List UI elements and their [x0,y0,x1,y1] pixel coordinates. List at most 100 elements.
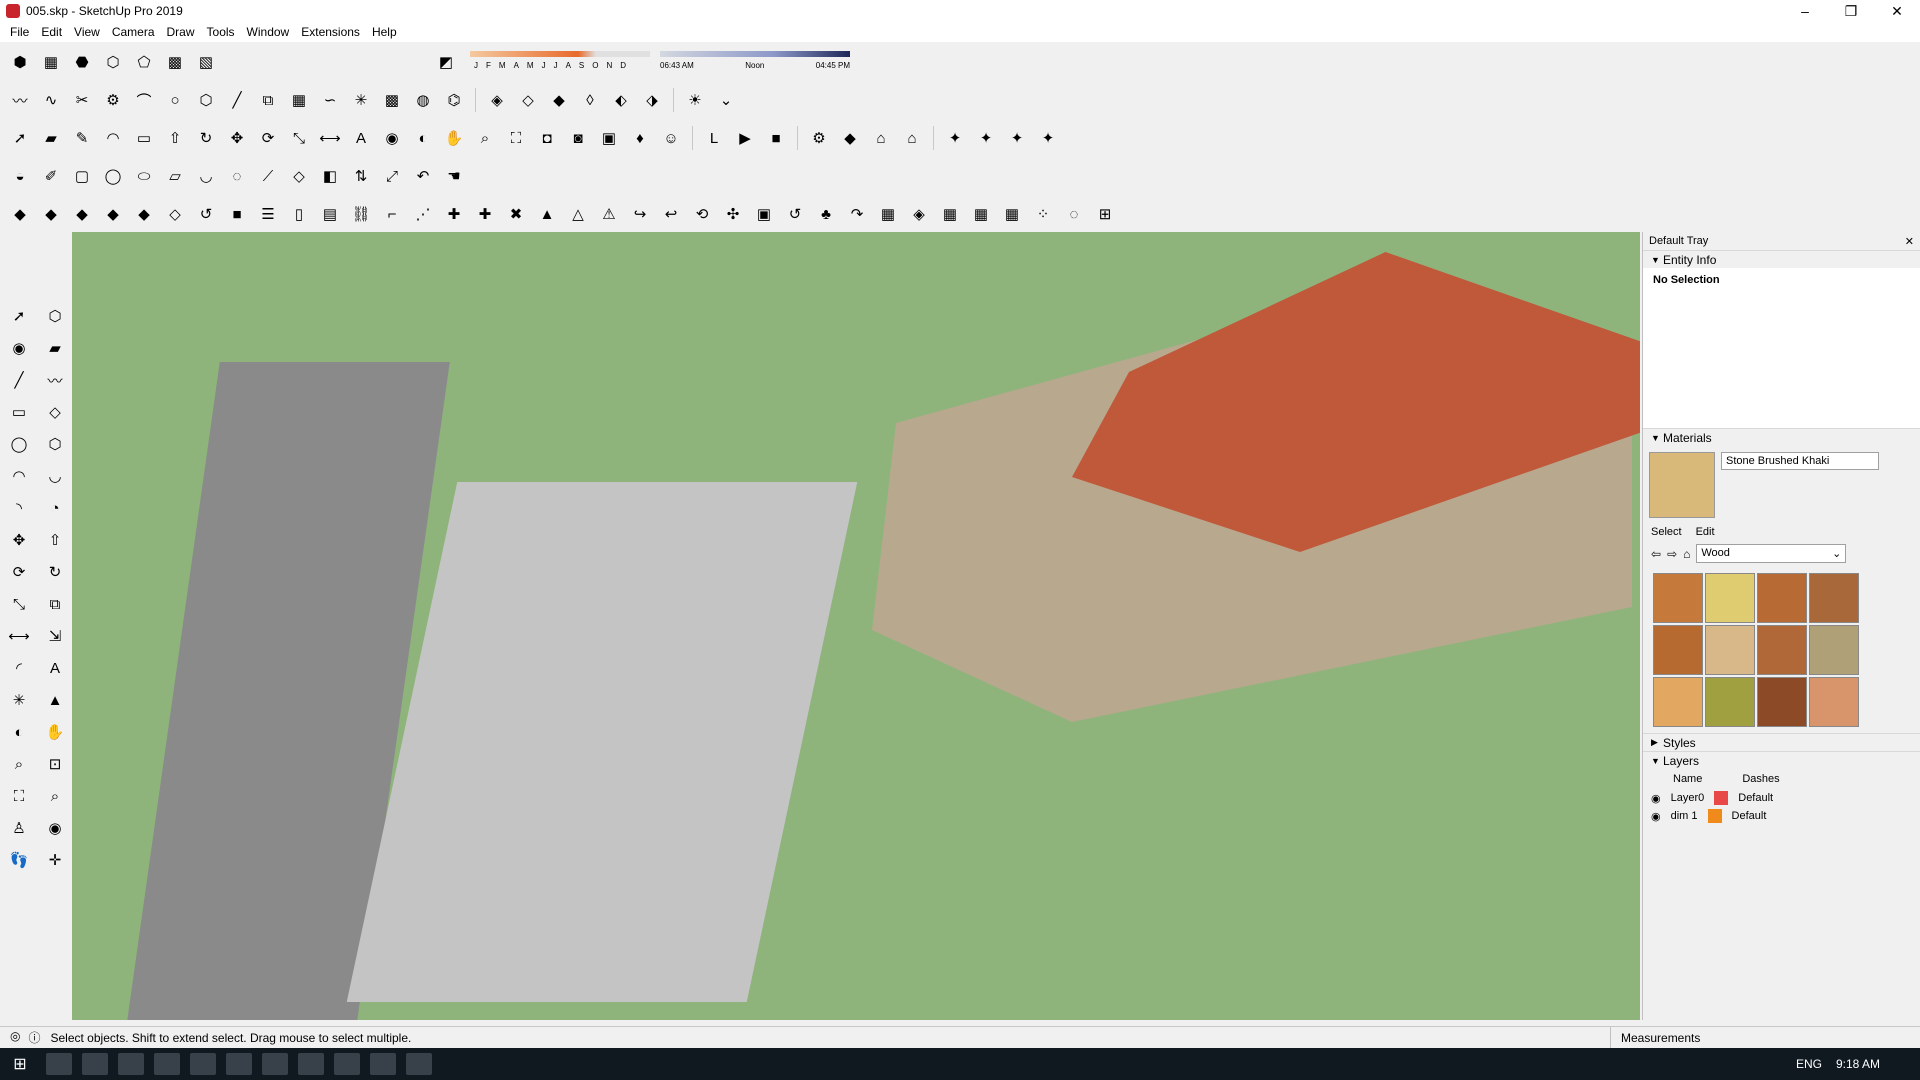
cube-group-icon[interactable]: ▦ [874,200,902,228]
plane-yellow-icon[interactable]: ◆ [68,200,96,228]
cube-icon[interactable]: ◧ [316,162,344,190]
clock[interactable]: 9:18 AM [1836,1057,1880,1071]
layer-color[interactable] [1707,809,1722,823]
follow-me-icon[interactable]: ↻ [40,558,70,586]
eye-icon[interactable]: ◉ [1651,810,1661,823]
scale-icon[interactable]: ⤡ [4,590,34,618]
dimension-icon[interactable]: ⇲ [40,622,70,650]
stairs-icon[interactable]: ⇅ [347,162,375,190]
material-swatch[interactable] [1757,573,1807,623]
axis-icon[interactable]: ✦ [941,124,969,152]
arc-icon[interactable]: ◠ [4,462,34,490]
extension-warehouse-icon[interactable]: ◙ [564,124,592,152]
curved-arrow-icon[interactable]: ↷ [843,200,871,228]
bezier-icon[interactable]: ∿ [37,86,65,114]
circle-icon[interactable]: ◯ [4,430,34,458]
undo-icon[interactable]: ↶ [409,162,437,190]
ruby-icon[interactable]: ♦ [626,124,654,152]
mesh-icon[interactable]: ▩ [378,86,406,114]
sandbox-icon[interactable]: ◒ [6,162,34,190]
twist-icon[interactable]: ⟲ [688,200,716,228]
follow-me-icon[interactable]: ↻ [192,124,220,152]
tab-select[interactable]: Select [1651,526,1682,538]
circle-shape-icon[interactable]: ◯ [99,162,127,190]
line-icon[interactable]: ╱ [4,366,34,394]
grid-yellow-icon[interactable]: ▦ [967,200,995,228]
expand-icon[interactable]: ⤢ [378,162,406,190]
intersect-icon[interactable]: ◇ [514,86,542,114]
scale-icon[interactable]: ⤡ [285,124,313,152]
paint-icon[interactable]: ◉ [4,334,34,362]
blue-x-icon[interactable]: ✖ [502,200,530,228]
layer-row[interactable]: ◉ dim 1 Default [1643,807,1920,825]
menu-extensions[interactable]: Extensions [295,25,366,39]
zoom-icon[interactable]: ⌕ [471,124,499,152]
triangle-alt-icon[interactable]: △ [564,200,592,228]
look-around-icon[interactable]: ◉ [40,814,70,842]
stripes-icon[interactable]: ☰ [254,200,282,228]
sphere-icon[interactable]: ◍ [409,86,437,114]
rubber-icon[interactable]: ◇ [285,162,313,190]
zoom-extents-icon[interactable]: ⛶ [502,124,530,152]
axis-z-icon[interactable]: ✦ [1034,124,1062,152]
house-icon[interactable]: ⌂ [898,124,926,152]
axis-y-icon[interactable]: ✦ [1003,124,1031,152]
settings-icon[interactable]: ⚙ [805,124,833,152]
front-view-icon[interactable]: ⬣ [68,48,96,76]
material-name-field[interactable]: Stone Brushed Khaki [1721,452,1879,470]
arc-2-icon[interactable]: ◡ [40,462,70,490]
home-icon[interactable]: ⌂ [1683,547,1690,561]
arc-3-icon[interactable]: ◝ [4,494,34,522]
knife-icon[interactable]: ✐ [37,162,65,190]
ellipse-shape-icon[interactable]: ⬭ [130,162,158,190]
eye-icon[interactable]: ◉ [1651,792,1661,805]
plane-green-icon[interactable]: ◆ [99,200,127,228]
edge-icon[interactable] [190,1053,216,1075]
orbit-icon[interactable]: ◐ [4,718,34,746]
material-swatch[interactable] [1705,625,1755,675]
helix-icon[interactable]: ⌬ [440,86,468,114]
language-indicator[interactable]: ENG [1796,1057,1822,1071]
material-swatch[interactable] [1809,677,1859,727]
grid-brown-icon[interactable]: ▦ [998,200,1026,228]
red-loop-icon[interactable]: ↺ [781,200,809,228]
rotated-rect-icon[interactable]: ◇ [40,398,70,426]
hand-icon[interactable]: ☚ [440,162,468,190]
split-icon[interactable]: ⬗ [638,86,666,114]
layer-color[interactable] [1714,791,1729,805]
star-icon[interactable]: ✳ [347,86,375,114]
plant-icon[interactable]: ♣ [812,200,840,228]
back-arrow-icon[interactable]: ⇦ [1651,547,1661,561]
nodes-icon[interactable]: ⋰ [409,200,437,228]
green-cross-icon[interactable]: ✚ [471,200,499,228]
push-pull-icon[interactable]: ⇧ [40,526,70,554]
menu-edit[interactable]: Edit [35,25,68,39]
move-icon[interactable]: ✥ [4,526,34,554]
material-swatch[interactable] [1653,677,1703,727]
protractor-icon[interactable]: ◜ [4,654,34,682]
zoom-extents-icon[interactable]: ⛶ [4,782,34,810]
walk-icon[interactable]: 👣 [4,846,34,874]
task-view-icon[interactable] [82,1053,108,1075]
path-icon[interactable]: ⌐ [378,200,406,228]
orbit-icon[interactable]: ◐ [409,124,437,152]
arc-shape-icon[interactable]: ◡ [192,162,220,190]
cut-icon[interactable]: ✂ [68,86,96,114]
layout-icon[interactable]: ▣ [595,124,623,152]
eraser-icon[interactable]: ▰ [40,334,70,362]
paint-bucket-icon[interactable]: ◉ [378,124,406,152]
plane-icon[interactable]: ◆ [6,200,34,228]
toolbar-overflow-icon[interactable]: ⌄ [712,86,740,114]
right-view-icon[interactable]: ⬡ [99,48,127,76]
polygon-icon[interactable]: ⬡ [192,86,220,114]
chain-icon[interactable]: ⛓ [347,200,375,228]
measurements-box[interactable]: Measurements [1610,1026,1910,1049]
minimize-button[interactable]: – [1782,0,1828,22]
eraser-icon[interactable]: ▰ [37,124,65,152]
arc-icon[interactable]: ⌒ [130,86,158,114]
menu-help[interactable]: Help [366,25,403,39]
grid-orange-icon[interactable]: ▦ [936,200,964,228]
pencil-icon[interactable]: ✎ [68,124,96,152]
layers-header[interactable]: ▼ Layers [1643,751,1920,769]
tab-edit[interactable]: Edit [1696,526,1715,538]
